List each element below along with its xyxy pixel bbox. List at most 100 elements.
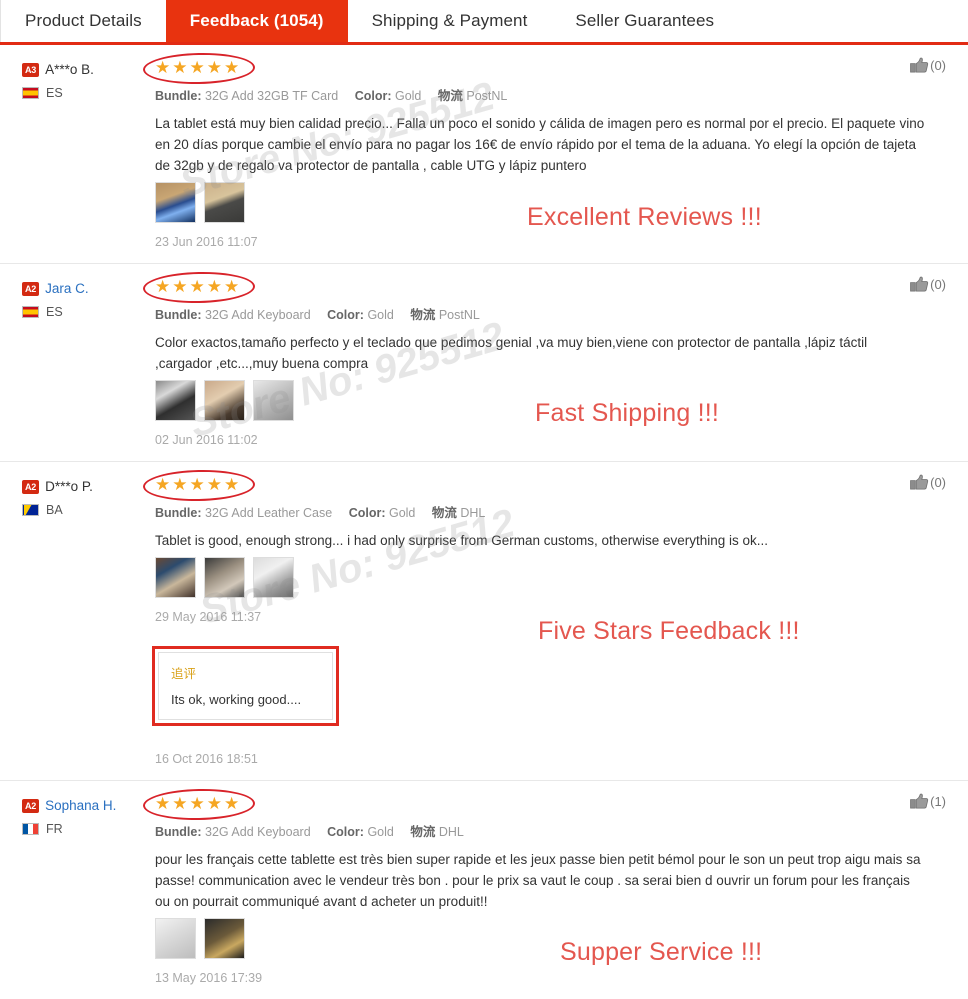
- review-date: 13 May 2016 17:39: [155, 971, 263, 985]
- review-photo[interactable]: [155, 918, 196, 959]
- review-text: Tablet is good, enough strong... i had o…: [155, 533, 769, 548]
- helpful-button[interactable]: (0): [910, 57, 946, 74]
- bundle-value: 32G Add Keyboard: [205, 308, 311, 322]
- country-code: BA: [46, 503, 63, 517]
- helpful-button[interactable]: (0): [910, 474, 946, 491]
- review-photo[interactable]: [204, 380, 245, 421]
- review-item: A2 D***o P. BA ★★★★★ Bundle: 32G Add Lea…: [0, 461, 968, 780]
- reviewer-country: ES: [22, 305, 155, 319]
- review-attributes: Bundle: 32G Add Keyboard Color: Gold 物流 …: [155, 304, 948, 323]
- review-item: A3 A***o B. ES ★★★★★ Bundle: 32G Add 32G…: [0, 45, 968, 263]
- flag-icon-ba: [22, 504, 39, 516]
- followup-review-wrapper: 追评 Its ok, working good....: [152, 646, 339, 726]
- bundle-label: Bundle:: [155, 825, 202, 839]
- helpful-count: (0): [930, 58, 946, 73]
- reviewer-name[interactable]: D***o P.: [45, 479, 93, 494]
- followup-date: 16 Oct 2016 18:51: [155, 752, 258, 766]
- review-item: A2 Sophana H. FR ★★★★★ Bundle: 32G Add K…: [0, 780, 968, 999]
- color-value: Gold: [394, 89, 422, 103]
- review-photo[interactable]: [204, 182, 245, 223]
- review-item: A2 Jara C. ES ★★★★★ Bundle: 32G Add Keyb…: [0, 263, 968, 461]
- thumbs-up-icon: [910, 793, 929, 809]
- tab-feedback[interactable]: Feedback (1054): [165, 0, 348, 42]
- review-photo[interactable]: [155, 380, 196, 421]
- bundle-value: 32G Add Keyboard: [205, 825, 311, 839]
- flag-icon-fr: [22, 823, 39, 835]
- rating-row: ★★★★★: [142, 468, 948, 503]
- review-photo-gallery: [155, 557, 948, 598]
- color-value: Gold: [388, 506, 416, 520]
- review-photo[interactable]: [253, 557, 294, 598]
- review-date: 23 Jun 2016 11:07: [155, 235, 258, 249]
- color-value: Gold: [367, 308, 394, 322]
- helpful-count: (0): [930, 475, 946, 490]
- review-date: 02 Jun 2016 11:02: [155, 433, 258, 447]
- bundle-value: 32G Add Leather Case: [205, 506, 333, 520]
- bundle-value: 32G Add 32GB TF Card: [205, 89, 339, 103]
- helpful-button[interactable]: (0): [910, 276, 946, 293]
- reviewer-info: A3 A***o B. ES: [22, 55, 155, 263]
- reviewer-info: A2 Sophana H. FR: [22, 791, 155, 999]
- color-value: Gold: [367, 825, 394, 839]
- bundle-label: Bundle:: [155, 506, 202, 520]
- star-rating: ★★★★★: [155, 475, 242, 494]
- shipping-value: DHL: [460, 506, 486, 520]
- review-photo[interactable]: [155, 557, 196, 598]
- tab-seller-guarantees[interactable]: Seller Guarantees: [551, 0, 739, 42]
- review-text: Color exactos,tamaño perfecto y el tecla…: [155, 335, 868, 371]
- logistics-label: 物流: [410, 307, 436, 322]
- review-date: 29 May 2016 11:37: [155, 610, 262, 624]
- helpful-count: (1): [930, 794, 946, 809]
- followup-text: Its ok, working good....: [171, 692, 302, 707]
- followup-review: 追评 Its ok, working good....: [158, 652, 333, 720]
- reviewer-name[interactable]: Jara C.: [45, 281, 89, 296]
- helpful-button[interactable]: (1): [910, 793, 946, 810]
- logistics-label: 物流: [410, 824, 436, 839]
- bundle-label: Bundle:: [155, 308, 202, 322]
- rating-row: ★★★★★: [142, 51, 948, 86]
- review-photo[interactable]: [204, 918, 245, 959]
- reviewer-name[interactable]: A***o B.: [45, 62, 94, 77]
- buyer-level-badge: A2: [22, 479, 40, 494]
- bundle-label: Bundle:: [155, 89, 202, 103]
- reviewer-info: A2 Jara C. ES: [22, 274, 155, 461]
- followup-title: 追评: [171, 666, 197, 681]
- flag-icon-es: [22, 306, 39, 318]
- review-photo[interactable]: [253, 380, 294, 421]
- star-rating: ★★★★★: [155, 58, 242, 77]
- rating-row: ★★★★★: [142, 787, 948, 822]
- thumbs-up-icon: [910, 474, 929, 490]
- star-rating: ★★★★★: [155, 794, 242, 813]
- review-body: ★★★★★ Bundle: 32G Add Keyboard Color: Go…: [142, 270, 948, 461]
- color-label: Color:: [348, 506, 386, 520]
- reviewer-name[interactable]: Sophana H.: [45, 798, 116, 813]
- reviewer-info: A2 D***o P. BA: [22, 472, 155, 780]
- reviewer-country: ES: [22, 86, 155, 100]
- review-text: pour les français cette tablette est trè…: [155, 852, 921, 909]
- color-label: Color:: [327, 825, 364, 839]
- country-code: ES: [46, 86, 63, 100]
- helpful-count: (0): [930, 277, 946, 292]
- thumbs-up-icon: [910, 276, 929, 292]
- buyer-level-badge: A2: [22, 798, 40, 813]
- buyer-level-badge: A2: [22, 281, 40, 296]
- thumbs-up-icon: [910, 57, 929, 73]
- flag-icon-es: [22, 87, 39, 99]
- reviewer-identity: A2 D***o P.: [22, 479, 155, 494]
- review-photo[interactable]: [204, 557, 245, 598]
- reviewer-identity: A2 Jara C.: [22, 281, 155, 296]
- review-body: ★★★★★ Bundle: 32G Add 32GB TF Card Color…: [142, 51, 948, 263]
- review-body: ★★★★★ Bundle: 32G Add Keyboard Color: Go…: [142, 787, 948, 999]
- review-text: La tablet está muy bien calidad precio..…: [155, 116, 925, 173]
- rating-row: ★★★★★: [142, 270, 948, 305]
- logistics-label: 物流: [437, 88, 463, 103]
- tab-shipping-payment[interactable]: Shipping & Payment: [347, 0, 552, 42]
- review-photo[interactable]: [155, 182, 196, 223]
- feedback-tabbar: Product Details Feedback (1054) Shipping…: [0, 0, 968, 45]
- review-attributes: Bundle: 32G Add Keyboard Color: Gold 物流 …: [155, 821, 948, 840]
- color-label: Color:: [327, 308, 364, 322]
- review-attributes: Bundle: 32G Add Leather Case Color: Gold…: [155, 502, 948, 521]
- review-body: ★★★★★ Bundle: 32G Add Leather Case Color…: [142, 468, 948, 780]
- review-photo-gallery: [155, 380, 948, 421]
- tab-product-details[interactable]: Product Details: [0, 0, 166, 42]
